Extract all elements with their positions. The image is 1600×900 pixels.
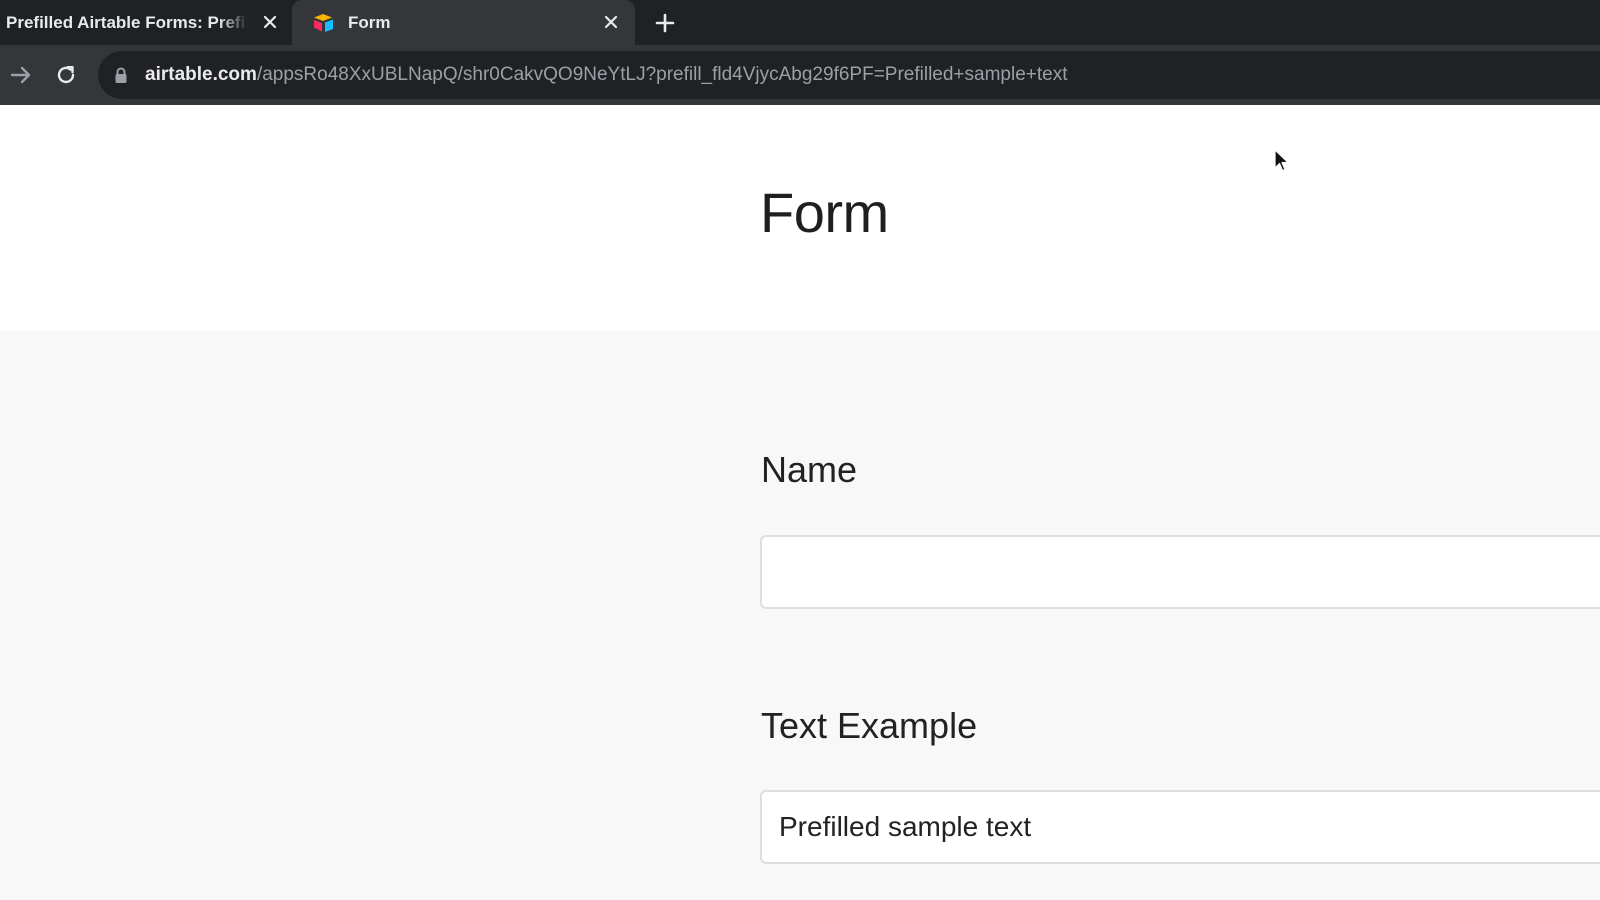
arrow-right-icon[interactable] [6,60,36,90]
form-header: Form [0,105,1600,331]
address-bar[interactable]: airtable.com/appsRo48XxUBLNapQ/shr0CakvQ… [98,51,1600,99]
browser-toolbar: airtable.com/appsRo48XxUBLNapQ/shr0CakvQ… [0,45,1600,105]
name-field[interactable] [760,535,1600,609]
name-field-label: Name [761,449,858,490]
text-example-field[interactable] [760,790,1600,864]
tab-title: Form [348,12,391,32]
tab-form[interactable]: Form [292,0,635,45]
tab-title: Prefilled Airtable Forms: Prefill [6,12,248,32]
airtable-logo-icon [312,11,336,35]
mouse-pointer-icon [1274,149,1290,178]
close-icon[interactable] [601,12,621,32]
url-path: /appsRo48XxUBLNapQ/shr0CakvQO9NeYtLJ?pre… [256,64,1068,85]
page-title: Form [760,181,889,244]
url-text: airtable.com/appsRo48XxUBLNapQ/shr0CakvQ… [145,64,1068,86]
reload-icon[interactable] [51,60,81,90]
plus-icon[interactable] [652,10,678,36]
browser-tab-bar: Prefilled Airtable Forms: Prefill Form [0,0,1600,45]
lock-icon [114,67,128,89]
close-icon[interactable] [260,12,280,32]
form-body: Name Text Example [0,331,1600,900]
tab-prefilled-airtable-forms[interactable]: Prefilled Airtable Forms: Prefill [0,0,292,45]
url-host: airtable.com [145,64,257,85]
text-example-field-label: Text Example [761,705,978,746]
